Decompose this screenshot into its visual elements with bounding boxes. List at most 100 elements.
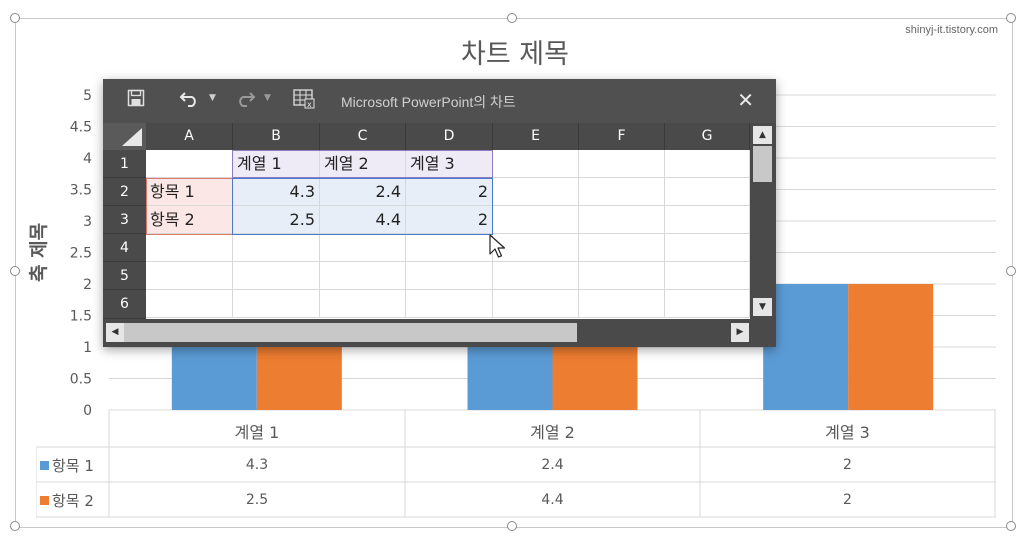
close-icon[interactable]: ✕	[737, 88, 754, 112]
cell-d4[interactable]	[406, 234, 493, 262]
cell-g4[interactable]	[665, 234, 750, 262]
chart-data-table[interactable]: 계열 1 계열 2 계열 3 항목 1 4.3 2.4 2 항목 2 2.5 4…	[36, 410, 996, 518]
cell-d3[interactable]: 2	[406, 206, 493, 234]
legend-label: 항목 1	[52, 457, 94, 475]
cell-b6[interactable]	[233, 290, 320, 318]
horizontal-scroll-thumb[interactable]	[124, 323, 577, 342]
scroll-left-icon[interactable]: ◀	[106, 323, 124, 342]
cell-d1[interactable]: 계열 3	[406, 150, 493, 178]
horizontal-scrollbar[interactable]: ◀ ▶	[103, 319, 776, 347]
row-header-3[interactable]: 3	[103, 206, 146, 234]
cell-b4[interactable]	[233, 234, 320, 262]
data-table-cell: 2.4	[541, 457, 564, 473]
cell-g5[interactable]	[665, 262, 750, 290]
vertical-scroll-thumb[interactable]	[753, 146, 772, 182]
data-table-row-label: 항목 1	[40, 455, 94, 476]
column-header-a[interactable]: A	[146, 123, 233, 150]
undo-dropdown-icon[interactable]: ▼	[209, 93, 216, 103]
column-header-c[interactable]: C	[320, 123, 406, 150]
cell-g6[interactable]	[665, 290, 750, 318]
y-tick-label: 4.5	[70, 120, 92, 136]
data-table-cell: 2.5	[245, 492, 269, 508]
redo-dropdown-icon[interactable]: ▼	[264, 93, 271, 103]
data-table-header: 계열 2	[530, 423, 575, 442]
legend-label: 항목 2	[52, 492, 94, 510]
window-titlebar[interactable]: ▼ ▼ x Microsoft PowerPoint의 차트 ✕	[103, 79, 776, 123]
cell-grid[interactable]: 계열 1 계열 2 계열 3 항목 1 4.3 2.4 2 항목 2 2.5 4…	[146, 150, 750, 319]
undo-icon[interactable]	[179, 89, 201, 113]
cell-c2[interactable]: 2.4	[320, 178, 406, 206]
cell-a5[interactable]	[146, 262, 233, 290]
redo-icon[interactable]	[234, 89, 256, 113]
cell-b1[interactable]: 계열 1	[233, 150, 320, 178]
cell-b5[interactable]	[233, 262, 320, 290]
cell-a4[interactable]	[146, 234, 233, 262]
row-header-1[interactable]: 1	[103, 150, 146, 178]
column-header-g[interactable]: G	[665, 123, 750, 150]
cell-f6[interactable]	[579, 290, 665, 318]
column-header-d[interactable]: D	[406, 123, 493, 150]
y-tick-label: 5	[83, 88, 92, 104]
cell-b2[interactable]: 4.3	[233, 178, 320, 206]
edit-data-icon[interactable]: x	[293, 89, 315, 115]
row-header-5[interactable]: 5	[103, 262, 146, 290]
cell-c6[interactable]	[320, 290, 406, 318]
cell-e5[interactable]	[493, 262, 579, 290]
column-header-e[interactable]: E	[493, 123, 579, 150]
cell-d5[interactable]	[406, 262, 493, 290]
y-tick-label: 4	[83, 151, 92, 167]
bar-2-3[interactable]	[848, 284, 934, 410]
y-tick-label: 3.5	[70, 183, 92, 199]
scroll-right-icon[interactable]: ▶	[731, 323, 749, 342]
scroll-down-icon[interactable]: ▼	[753, 298, 772, 316]
y-tick-label: 1.5	[70, 309, 92, 325]
cell-f3[interactable]	[579, 206, 665, 234]
cell-a2[interactable]: 항목 1	[146, 178, 233, 206]
data-table-cell: 2	[843, 492, 852, 508]
select-all-button[interactable]	[103, 123, 146, 150]
column-header-b[interactable]: B	[233, 123, 320, 150]
y-tick-label: 2	[83, 277, 92, 293]
save-icon[interactable]	[127, 89, 145, 113]
column-header-f[interactable]: F	[579, 123, 665, 150]
y-tick-label: 1	[83, 340, 92, 356]
mouse-pointer-icon	[489, 234, 506, 258]
cell-c4[interactable]	[320, 234, 406, 262]
cell-a6[interactable]	[146, 290, 233, 318]
legend-key-series-1	[40, 461, 49, 470]
cell-g1[interactable]	[665, 150, 750, 178]
chart-data-window[interactable]: ▼ ▼ x Microsoft PowerPoint의 차트 ✕ A B C D…	[103, 79, 776, 347]
row-header-2[interactable]: 2	[103, 178, 146, 206]
cell-f2[interactable]	[579, 178, 665, 206]
scroll-up-icon[interactable]: ▲	[753, 126, 772, 144]
cell-a1[interactable]	[146, 150, 233, 178]
cell-c3[interactable]: 4.4	[320, 206, 406, 234]
data-table-cell: 4.4	[541, 492, 564, 508]
row-header-4[interactable]: 4	[103, 234, 146, 262]
cell-c5[interactable]	[320, 262, 406, 290]
y-tick-label: 0.5	[70, 372, 92, 388]
y-tick-label: 2.5	[70, 246, 92, 262]
data-table-cell: 4.3	[245, 457, 269, 473]
cell-e1[interactable]	[493, 150, 579, 178]
cell-d2[interactable]: 2	[406, 178, 493, 206]
vertical-scrollbar[interactable]: ▲ ▼	[750, 123, 776, 319]
svg-text:x: x	[307, 100, 312, 109]
cell-e2[interactable]	[493, 178, 579, 206]
cell-a3[interactable]: 항목 2	[146, 206, 233, 234]
legend-key-series-2	[40, 496, 49, 505]
data-table-header: 계열 3	[825, 423, 870, 442]
row-header-6[interactable]: 6	[103, 290, 146, 319]
cell-c1[interactable]: 계열 2	[320, 150, 406, 178]
cell-f4[interactable]	[579, 234, 665, 262]
cell-b3[interactable]: 2.5	[233, 206, 320, 234]
cell-e6[interactable]	[493, 290, 579, 318]
cell-g3[interactable]	[665, 206, 750, 234]
cell-d6[interactable]	[406, 290, 493, 318]
data-table-row-label: 항목 2	[40, 490, 94, 511]
data-table-cell: 2	[843, 457, 852, 473]
cell-f1[interactable]	[579, 150, 665, 178]
cell-f5[interactable]	[579, 262, 665, 290]
cell-e3[interactable]	[493, 206, 579, 234]
cell-g2[interactable]	[665, 178, 750, 206]
